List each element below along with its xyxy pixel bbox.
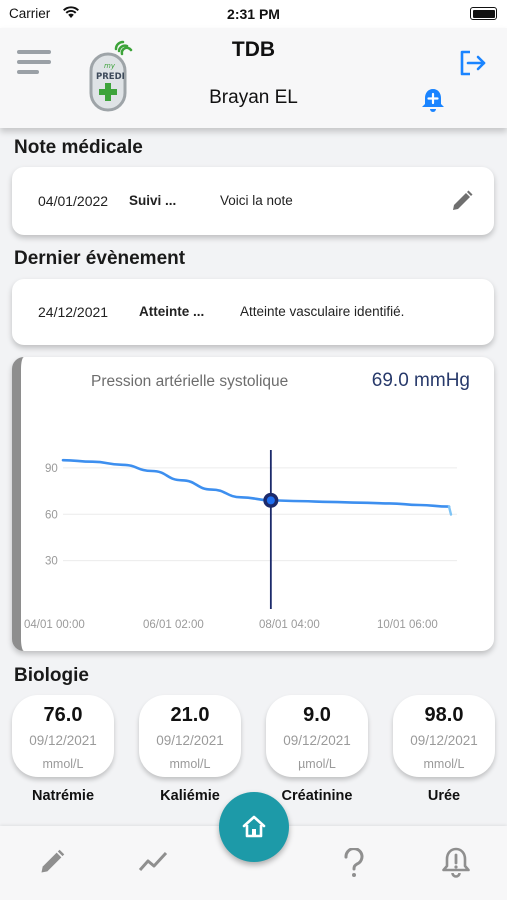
bio-date: 09/12/2021 — [410, 733, 478, 748]
bio-value: 9.0 — [303, 704, 331, 726]
bell-plus-icon[interactable] — [420, 87, 446, 113]
battery-icon — [470, 7, 497, 20]
biology-card-kaliemie[interactable]: 21.0 09/12/2021 mmol/L — [139, 695, 241, 777]
event-text: Atteinte vasculaire identifié. — [240, 304, 405, 319]
x-tick-label: 04/01 00:00 — [24, 619, 85, 631]
note-date: 04/01/2022 — [38, 193, 109, 209]
chart-series-line — [61, 458, 451, 508]
event-date: 24/12/2021 — [38, 304, 109, 320]
bio-value: 98.0 — [424, 704, 464, 726]
last-event-card[interactable]: 24/12/2021 Atteinte ... Atteinte vascula… — [12, 279, 494, 345]
page-title: TDB — [231, 38, 276, 61]
pencil-icon[interactable] — [450, 189, 474, 213]
bio-date: 09/12/2021 — [283, 733, 351, 748]
y-tick-label: 90 — [45, 463, 58, 475]
biology-card-creatinine[interactable]: 9.0 09/12/2021 µmol/L — [266, 695, 368, 777]
biology-card-uree[interactable]: 98.0 09/12/2021 mmol/L — [393, 695, 495, 777]
bio-date: 09/12/2021 — [156, 733, 224, 748]
y-tick-label: 30 — [45, 556, 58, 568]
x-tick-label: 06/01 02:00 — [143, 619, 204, 631]
chart-series-tail — [447, 505, 453, 516]
last-event-title: Dernier évènement — [14, 248, 186, 269]
bio-unit: mmol/L — [42, 757, 84, 771]
clock: 2:31 PM — [227, 6, 280, 22]
bio-label-uree: Urée — [427, 788, 461, 804]
chart-selected-point — [266, 496, 275, 505]
home-button[interactable] — [219, 792, 289, 862]
bio-value: 21.0 — [170, 704, 210, 726]
bio-date: 09/12/2021 — [29, 733, 97, 748]
note-type: Suivi ... — [129, 193, 177, 208]
biology-card-natremie[interactable]: 76.0 09/12/2021 mmol/L — [12, 695, 114, 777]
x-tick-label: 10/01 06:00 — [377, 619, 438, 631]
nav-pencil-icon[interactable] — [38, 848, 66, 876]
bio-unit: µmol/L — [298, 757, 336, 771]
biology-title: Biologie — [14, 665, 89, 686]
y-tick-label: 60 — [45, 509, 58, 521]
x-tick-label: 08/01 04:00 — [259, 619, 320, 631]
nav-question-icon[interactable] — [343, 848, 365, 878]
medical-note-title: Note médicale — [14, 137, 143, 158]
bio-unit: mmol/L — [169, 757, 211, 771]
nav-bell-alert-icon[interactable] — [441, 846, 471, 878]
status-bar: Carrier 2:31 PM — [0, 0, 507, 28]
bio-label-natremie: Natrémie — [31, 788, 95, 804]
bio-value: 76.0 — [43, 704, 83, 726]
svg-text:PREDI: PREDI — [96, 72, 125, 82]
nav-trend-icon[interactable] — [138, 848, 170, 876]
blood-pressure-chart-card[interactable]: Pression artérielle systolique 69.0 mmHg… — [12, 357, 494, 651]
event-type: Atteinte ... — [139, 304, 205, 319]
app-header: my PREDI TDB Brayan EL — [0, 28, 507, 128]
svg-text:my: my — [104, 62, 116, 70]
bio-unit: mmol/L — [423, 757, 465, 771]
blood-pressure-line-chart[interactable]: 90 60 30 04/01 00:00 06/01 02:00 08/01 04:00 1… — [21, 357, 494, 651]
note-text: Voici la note — [220, 193, 293, 208]
logout-icon[interactable] — [459, 50, 487, 76]
home-icon — [242, 815, 266, 838]
medical-note-card[interactable]: 04/01/2022 Suivi ... Voici la note — [12, 167, 494, 235]
